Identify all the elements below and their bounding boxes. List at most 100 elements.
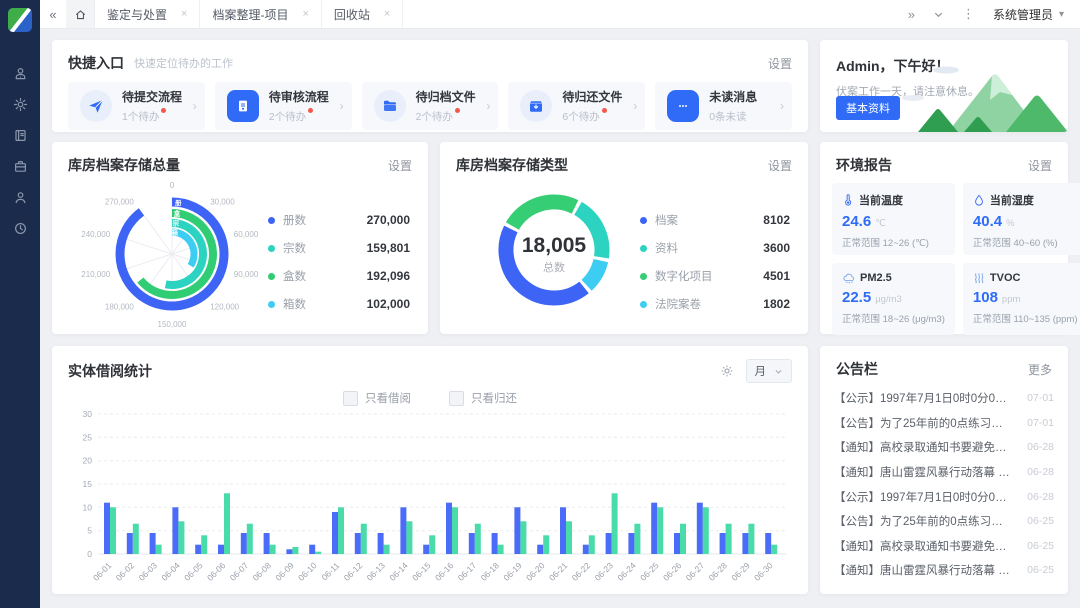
tab-appraisal[interactable]: 鉴定与处置 × bbox=[95, 0, 200, 28]
announcement-date: 07-01 bbox=[1027, 392, 1054, 404]
svg-text:06-05: 06-05 bbox=[182, 560, 205, 583]
announcement-item[interactable]: 【通知】高校录取通知书要避免铺张浪费 06-28 bbox=[834, 435, 1054, 460]
settings-link[interactable]: 设置 bbox=[768, 55, 792, 72]
collapse-tabs-button[interactable]: « bbox=[40, 0, 66, 28]
quick-card-sub: 6个待办 bbox=[562, 109, 599, 124]
more-link[interactable]: 更多 bbox=[1028, 361, 1052, 378]
announcement-item[interactable]: 【公示】1997年7月1日0时0分0秒，铭记这一历史时刻 07-01 bbox=[834, 386, 1054, 411]
svg-text:06-20: 06-20 bbox=[524, 560, 547, 583]
checkbox-borrow-only[interactable]: 只看借阅 bbox=[343, 390, 411, 406]
storage-total-panel: 库房档案存储总量 设置 030,00060,00090,000120,00015… bbox=[52, 142, 428, 334]
checkbox-return-only[interactable]: 只看归还 bbox=[449, 390, 517, 406]
announcement-item[interactable]: 【公告】为了25年前的0点练习了上万次 07-01 bbox=[834, 411, 1054, 436]
tab-home[interactable] bbox=[66, 0, 95, 28]
legend-row: 册数270,000 bbox=[268, 206, 410, 234]
gear-icon bbox=[13, 97, 28, 112]
svg-text:5: 5 bbox=[87, 526, 92, 536]
svg-text:06-09: 06-09 bbox=[273, 560, 296, 583]
tab-archive-project[interactable]: 档案整理-项目 × bbox=[200, 0, 321, 28]
caret-down-icon: ▾ bbox=[1059, 9, 1064, 20]
env-range: 正常范围 110~135 (ppm) bbox=[973, 311, 1078, 325]
svg-text:06-28: 06-28 bbox=[707, 560, 730, 583]
close-icon[interactable]: × bbox=[302, 9, 308, 20]
sidebar-item-user-audit[interactable] bbox=[0, 58, 40, 89]
announcement-item[interactable]: 【通知】高校录取通知书要避免铺张浪费 06-25 bbox=[834, 534, 1054, 559]
announcement-text: 【公示】1997年7月1日0时0分0秒，铭记这一历史时刻 bbox=[834, 390, 1014, 406]
svg-text:06-13: 06-13 bbox=[365, 560, 388, 583]
svg-text:06-10: 06-10 bbox=[296, 560, 319, 583]
storage-type-panel: 库房档案存储类型 设置 18,005总数 档案8102 资料3600 数字化项目… bbox=[440, 142, 808, 334]
settings-link[interactable]: 设置 bbox=[1028, 157, 1052, 174]
app-logo[interactable] bbox=[8, 8, 32, 32]
svg-text:25: 25 bbox=[83, 432, 93, 442]
announcement-text: 【公告】为了25年前的0点练习了上万次 bbox=[834, 513, 1014, 529]
settings-link[interactable]: 设置 bbox=[768, 157, 792, 174]
announcement-item[interactable]: 【公告】为了25年前的0点练习了上万次 06-25 bbox=[834, 509, 1054, 534]
sidebar-item-settings[interactable] bbox=[0, 89, 40, 120]
panel-title: 环境报告 bbox=[836, 155, 892, 175]
announcement-date: 07-01 bbox=[1027, 417, 1054, 429]
tvoc-icon bbox=[973, 272, 985, 284]
announcement-item[interactable]: 【通知】唐山雷霆风暴行动落幕 有结果了吗 06-28 bbox=[834, 460, 1054, 485]
quick-card-unread-messages[interactable]: 未读消息 0条未读 › bbox=[655, 82, 792, 130]
badge-dot bbox=[161, 108, 166, 113]
announcement-item[interactable]: 【通知】唐山雷霆风暴行动落幕 有结果了吗 06-25 bbox=[834, 558, 1054, 583]
quick-card-pending-return[interactable]: 待归还文件 6个待办 › bbox=[508, 82, 645, 130]
pm25-icon bbox=[842, 272, 855, 284]
quick-card-sub: 1个待办 bbox=[122, 109, 159, 124]
announcement-panel: 公告栏 更多 【公示】1997年7月1日0时0分0秒，铭记这一历史时刻 07-0… bbox=[820, 346, 1068, 594]
legend-row: 宗数159,801 bbox=[268, 234, 410, 262]
announcement-text: 【通知】高校录取通知书要避免铺张浪费 bbox=[834, 439, 1014, 455]
svg-text:210,000: 210,000 bbox=[81, 270, 110, 279]
svg-text:06-12: 06-12 bbox=[342, 560, 365, 583]
user-menu[interactable]: 系统管理员 ▾ bbox=[993, 6, 1064, 23]
book-icon bbox=[13, 128, 28, 143]
message-icon bbox=[667, 90, 699, 122]
period-value: 月 bbox=[755, 363, 767, 379]
close-icon[interactable]: × bbox=[384, 9, 390, 20]
sidebar-item-user[interactable] bbox=[0, 182, 40, 213]
checkbox[interactable] bbox=[343, 391, 358, 406]
thermometer-icon bbox=[842, 194, 854, 206]
svg-text:10: 10 bbox=[83, 502, 93, 512]
settings-link[interactable]: 设置 bbox=[388, 157, 412, 174]
env-range: 正常范围 40~60 (%) bbox=[973, 235, 1078, 249]
profile-button[interactable]: 基本资料 bbox=[836, 96, 900, 120]
svg-text:总数: 总数 bbox=[543, 260, 565, 274]
chevron-right-icon: › bbox=[633, 99, 637, 113]
chevron-down-icon[interactable] bbox=[933, 9, 944, 20]
storage-type-legend: 档案8102 资料3600 数字化项目4501 法院案卷1802 bbox=[640, 206, 790, 318]
legend-row: 资料3600 bbox=[640, 234, 790, 262]
svg-text:06-27: 06-27 bbox=[684, 560, 707, 583]
expand-tabs-button[interactable]: » bbox=[908, 7, 915, 22]
svg-text:盒: 盒 bbox=[173, 209, 181, 218]
announcement-text: 【通知】唐山雷霆风暴行动落幕 有结果了吗 bbox=[834, 464, 1014, 480]
announcement-date: 06-25 bbox=[1027, 564, 1054, 576]
sidebar-item-storage[interactable] bbox=[0, 151, 40, 182]
quick-card-pending-submit[interactable]: 待提交流程 1个待办 › bbox=[68, 82, 205, 130]
chart-settings-button[interactable] bbox=[720, 364, 734, 378]
topbar: « 鉴定与处置 × 档案整理-项目 × 回收站 × » ⋮ 系统管理员 ▾ bbox=[40, 0, 1080, 29]
more-vertical-icon[interactable]: ⋮ bbox=[962, 6, 975, 22]
chevron-right-icon: › bbox=[486, 99, 490, 113]
announcement-list: 【公示】1997年7月1日0时0分0秒，铭记这一历史时刻 07-01 【公告】为… bbox=[834, 386, 1054, 583]
checkbox[interactable] bbox=[449, 391, 464, 406]
quick-card-label: 未读消息 bbox=[709, 90, 757, 104]
panel-title: 快捷入口 bbox=[68, 53, 124, 73]
folder-icon bbox=[374, 90, 406, 122]
tab-recycle-bin[interactable]: 回收站 × bbox=[322, 0, 403, 28]
sidebar-item-archive[interactable] bbox=[0, 120, 40, 151]
close-icon[interactable]: × bbox=[181, 9, 187, 20]
gear-icon bbox=[720, 364, 734, 378]
quick-card-pending-review[interactable]: 待审核流程 2个待办 › bbox=[215, 82, 352, 130]
paper-plane-icon bbox=[80, 90, 112, 122]
bar-chart: 05101520253006-0106-0206-0306-0406-0506-… bbox=[68, 408, 792, 590]
period-select[interactable]: 月 bbox=[746, 359, 793, 383]
announcement-item[interactable]: 【公示】1997年7月1日0时0分0秒，铭记这一历史时刻 06-28 bbox=[834, 484, 1054, 509]
panel-title: 库房档案存储总量 bbox=[68, 155, 180, 175]
user-name: 系统管理员 bbox=[993, 6, 1053, 23]
announcement-date: 06-25 bbox=[1027, 540, 1054, 552]
quick-card-pending-file[interactable]: 待归档文件 2个待办 › bbox=[362, 82, 499, 130]
sidebar-item-history[interactable] bbox=[0, 213, 40, 244]
chevron-down-icon bbox=[774, 367, 783, 376]
